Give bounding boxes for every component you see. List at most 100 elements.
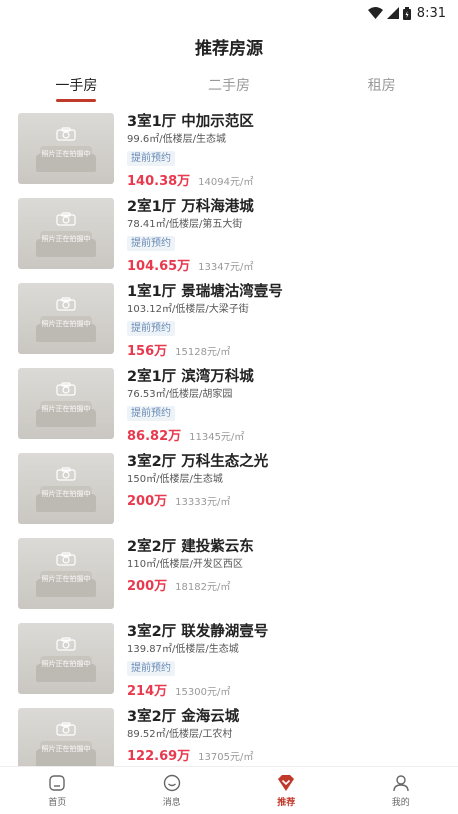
listing-details: 150㎡/低楼层/生态城 — [127, 474, 223, 485]
status-time: 8:31 — [416, 5, 446, 21]
battery-icon — [402, 6, 411, 20]
listing-info: 2室1厅 万科海港城 78.41㎡/低楼层/第五大街 提前预约 104.65万 … — [127, 198, 458, 280]
page-header: 推荐房源 — [0, 26, 458, 66]
tabbar-label: 推荐 — [277, 798, 296, 808]
price-row: 140.38万 14094元/㎡ — [127, 170, 458, 189]
camera-icon — [56, 637, 76, 651]
listing-price: 156万 — [127, 344, 168, 359]
price-row: 200万 13333元/㎡ — [127, 490, 458, 509]
tab-label: 二手房 — [208, 78, 250, 94]
price-row: 214万 15300元/㎡ — [127, 680, 458, 699]
photo-caption: 照片正在拍摄中 — [41, 235, 91, 243]
listing-info: 3室2厅 金海云城 89.52㎡/低楼层/工农村 122.69万 13705元/… — [127, 708, 458, 766]
listing-photo-placeholder: 照片正在拍摄中 — [18, 453, 114, 524]
listing-unit-price: 18182元/㎡ — [175, 582, 231, 593]
tab-new-homes[interactable]: 一手房 — [0, 66, 153, 104]
signal-icon — [386, 7, 399, 19]
listing-unit-price: 13333元/㎡ — [175, 497, 231, 508]
listing-details: 99.6㎡/低楼层/生态城 — [127, 134, 227, 145]
camera-icon — [56, 467, 76, 481]
listing-photo-placeholder: 照片正在拍摄中 — [18, 623, 114, 694]
price-row: 104.65万 13347元/㎡ — [127, 255, 458, 274]
listing-name: 2室1厅 万科海港城 — [127, 199, 254, 215]
camera-icon — [56, 382, 76, 396]
photo-caption: 照片正在拍摄中 — [41, 150, 91, 158]
listing-details: 110㎡/低楼层/开发区西区 — [127, 559, 243, 570]
listing-unit-price: 14094元/㎡ — [198, 177, 254, 188]
tabbar-profile[interactable]: 我的 — [344, 767, 458, 814]
listing-photo-placeholder: 照片正在拍摄中 — [18, 538, 114, 609]
listing-unit-price: 15128元/㎡ — [175, 347, 231, 358]
status-bar: 8:31 — [0, 0, 458, 26]
tabbar-label: 消息 — [162, 798, 181, 808]
listing-price: 214万 — [127, 684, 168, 699]
recommend-icon — [278, 775, 295, 791]
photo-caption: 照片正在拍摄中 — [41, 745, 91, 753]
price-row: 156万 15128元/㎡ — [127, 340, 458, 359]
listing-name: 3室1厅 中加示范区 — [127, 114, 254, 130]
price-row: 86.82万 11345元/㎡ — [127, 425, 458, 444]
page-title: 推荐房源 — [195, 38, 263, 59]
listing-name: 3室2厅 金海云城 — [127, 709, 240, 725]
listing-item[interactable]: 照片正在拍摄中 3室2厅 金海云城 89.52㎡/低楼层/工农村 122.69万… — [0, 705, 458, 766]
camera-icon — [56, 552, 76, 566]
reserve-badge: 提前预约 — [127, 406, 175, 421]
listing-details: 78.41㎡/低楼层/第五大街 — [127, 219, 243, 230]
listing-details: 76.53㎡/低楼层/胡家园 — [127, 389, 233, 400]
listing-photo-placeholder: 照片正在拍摄中 — [18, 368, 114, 439]
listing-photo-placeholder: 照片正在拍摄中 — [18, 198, 114, 269]
listing-details: 139.87㎡/低楼层/生态城 — [127, 644, 239, 655]
reserve-badge: 提前预约 — [127, 661, 175, 676]
listing-item[interactable]: 照片正在拍摄中 2室2厅 建投紫云东 110㎡/低楼层/开发区西区 200万 1… — [0, 535, 458, 620]
listing-name: 2室1厅 滨湾万科城 — [127, 369, 254, 385]
listing-unit-price: 15300元/㎡ — [175, 687, 231, 698]
reserve-badge: 提前预约 — [127, 321, 175, 336]
listing-name: 3室2厅 联发静湖壹号 — [127, 624, 269, 640]
tabbar-home[interactable]: 首页 — [0, 767, 115, 814]
listing-info: 2室1厅 滨湾万科城 76.53㎡/低楼层/胡家园 提前预约 86.82万 11… — [127, 368, 458, 450]
listing-info: 3室1厅 中加示范区 99.6㎡/低楼层/生态城 提前预约 140.38万 14… — [127, 113, 458, 195]
listing-item[interactable]: 照片正在拍摄中 3室2厅 万科生态之光 150㎡/低楼层/生态城 200万 13… — [0, 450, 458, 535]
listing-price: 104.65万 — [127, 259, 191, 274]
listing-name: 2室2厅 建投紫云东 — [127, 539, 254, 555]
listing-item[interactable]: 照片正在拍摄中 3室1厅 中加示范区 99.6㎡/低楼层/生态城 提前预约 14… — [0, 110, 458, 195]
listing-name: 3室2厅 万科生态之光 — [127, 454, 269, 470]
listing-unit-price: 11345元/㎡ — [189, 432, 245, 443]
listing-item[interactable]: 照片正在拍摄中 2室1厅 滨湾万科城 76.53㎡/低楼层/胡家园 提前预约 8… — [0, 365, 458, 450]
listing-unit-price: 13347元/㎡ — [198, 262, 254, 273]
reserve-badge: 提前预约 — [127, 151, 175, 166]
listing-item[interactable]: 照片正在拍摄中 2室1厅 万科海港城 78.41㎡/低楼层/第五大街 提前预约 … — [0, 195, 458, 280]
tab-label: 一手房 — [55, 78, 98, 94]
tabbar-label: 我的 — [391, 798, 410, 808]
photo-caption: 照片正在拍摄中 — [41, 405, 91, 413]
listing-item[interactable]: 照片正在拍摄中 3室2厅 联发静湖壹号 139.87㎡/低楼层/生态城 提前预约… — [0, 620, 458, 705]
listing-name: 1室1厅 景瑞塘沽湾壹号 — [127, 284, 283, 300]
listing-tabs: 一手房 二手房 租房 — [0, 66, 458, 104]
camera-icon — [56, 722, 76, 736]
tab-label: 租房 — [367, 78, 396, 94]
listing-info: 3室2厅 万科生态之光 150㎡/低楼层/生态城 200万 13333元/㎡ — [127, 453, 458, 535]
tabbar-label: 首页 — [48, 798, 67, 808]
camera-icon — [56, 212, 76, 226]
tab-resale-homes[interactable]: 二手房 — [153, 66, 306, 104]
message-icon — [163, 774, 180, 792]
tabbar-recommend[interactable]: 推荐 — [229, 767, 344, 814]
listing-info: 1室1厅 景瑞塘沽湾壹号 103.12㎡/低楼层/大梁子街 提前预约 156万 … — [127, 283, 458, 365]
listing-price: 140.38万 — [127, 174, 191, 189]
tabbar-messages[interactable]: 消息 — [115, 767, 230, 814]
listing-info: 3室2厅 联发静湖壹号 139.87㎡/低楼层/生态城 提前预约 214万 15… — [127, 623, 458, 705]
home-icon — [49, 775, 65, 791]
listing-list[interactable]: 照片正在拍摄中 3室1厅 中加示范区 99.6㎡/低楼层/生态城 提前预约 14… — [0, 110, 458, 766]
camera-icon — [56, 297, 76, 311]
photo-caption: 照片正在拍摄中 — [41, 575, 91, 583]
listing-photo-placeholder: 照片正在拍摄中 — [18, 708, 114, 766]
listing-price: 200万 — [127, 579, 168, 594]
listing-item[interactable]: 照片正在拍摄中 1室1厅 景瑞塘沽湾壹号 103.12㎡/低楼层/大梁子街 提前… — [0, 280, 458, 365]
listing-photo-placeholder: 照片正在拍摄中 — [18, 113, 114, 184]
listing-price: 200万 — [127, 494, 168, 509]
tab-rentals[interactable]: 租房 — [305, 66, 458, 104]
listing-details: 103.12㎡/低楼层/大梁子街 — [127, 304, 249, 315]
photo-caption: 照片正在拍摄中 — [41, 660, 91, 668]
price-row: 200万 18182元/㎡ — [127, 575, 458, 594]
camera-icon — [56, 127, 76, 141]
